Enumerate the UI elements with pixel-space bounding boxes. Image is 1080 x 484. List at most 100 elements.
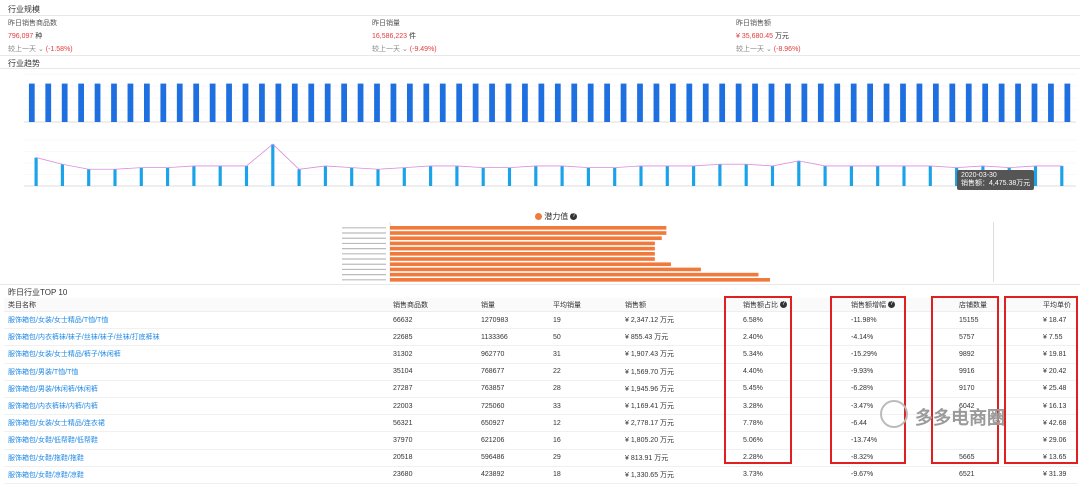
highlight-shops	[931, 296, 999, 464]
bar	[718, 164, 722, 186]
compare-dropdown[interactable]: 较上一天	[736, 46, 764, 53]
highlight-growth	[830, 296, 906, 464]
bar	[876, 165, 880, 186]
bar	[192, 165, 196, 186]
chart-tooltip: 2020-03-30 销售额：4,475.38万元	[957, 170, 1035, 190]
col-volume[interactable]: 销量	[477, 298, 549, 312]
table-cell: 12	[549, 414, 621, 433]
bar	[692, 165, 696, 186]
bar	[113, 169, 117, 186]
stat-pct: (-9.49%)	[409, 46, 437, 53]
bar	[455, 165, 459, 186]
category-link[interactable]: 服饰箱包/内衣裤袜/内裤/内裤	[4, 397, 389, 416]
help-icon[interactable]: ?	[570, 213, 578, 221]
bar	[702, 83, 709, 122]
col-category[interactable]: 类目名称	[4, 298, 389, 312]
compare-dropdown[interactable]: 较上一天	[372, 46, 400, 53]
compare-dropdown[interactable]: 较上一天	[8, 46, 36, 53]
bar	[604, 83, 610, 122]
bar	[390, 278, 770, 282]
legend-dot-icon	[535, 213, 542, 221]
potential-legend[interactable]: 潜力值 ?	[535, 211, 578, 222]
table-cell: 22003	[389, 397, 477, 416]
stat-sales-volume: 昨日销量 16,586,223 件 较上一天 ⌄ (-9.49%)	[372, 18, 437, 54]
bar	[560, 165, 564, 186]
category-link[interactable]: 服饰箱包/女鞋/凉鞋/凉鞋	[4, 466, 389, 484]
table-row: 服饰箱包/女鞋/凉鞋/凉鞋 23680 423892 18 ¥ 1,330.65 万元 3…	[4, 466, 1078, 484]
bar	[374, 83, 380, 122]
bar	[209, 83, 216, 122]
category-link[interactable]: 服饰箱包/女鞋/低帮鞋/低帮鞋	[4, 431, 389, 450]
bar	[1033, 165, 1038, 186]
stat-pct: (-8.96%)	[773, 46, 801, 53]
bar	[686, 83, 693, 122]
table-cell: 31302	[389, 345, 477, 364]
table-cell: 56321	[389, 414, 477, 433]
top10-table: 类目名称 销售商品数 销量 平均销量 销售额 销售额占比 ? 销售额增幅 ? 店…	[4, 298, 1078, 484]
table-cell: 763857	[477, 380, 549, 398]
chevron-down-icon[interactable]: ⌄	[38, 46, 44, 53]
category-link[interactable]: 服饰箱包/男装/T恤/T恤	[4, 363, 389, 381]
table-row: 服饰箱包/男装/T恤/T恤 35104 768677 22 ¥ 1,569.70 万元 4…	[4, 363, 1078, 381]
table-cell: -9.67%	[847, 466, 955, 484]
table-cell: 962770	[477, 345, 549, 364]
bar	[752, 83, 758, 122]
col-amount[interactable]: 销售额	[621, 298, 739, 312]
stat-pct: (-1.58%)	[45, 46, 73, 53]
wechat-icon	[880, 400, 908, 428]
bar	[998, 83, 1005, 122]
category-link[interactable]: 服饰箱包/女鞋/拖鞋/拖鞋	[4, 449, 389, 467]
bar	[390, 257, 655, 261]
category-link[interactable]: 服饰箱包/内衣裤袜/袜子/丝袜/袜子/丝袜/打底裤袜	[4, 328, 389, 347]
bar	[1031, 83, 1038, 122]
table-cell: 66632	[389, 311, 477, 330]
bar	[797, 160, 801, 186]
watermark: 多多电商圈	[915, 408, 1005, 428]
bar	[1060, 165, 1064, 186]
highlight-price	[1004, 296, 1078, 464]
table-cell: 31	[549, 345, 621, 364]
bar	[665, 165, 669, 186]
bar	[111, 83, 117, 122]
table-row: 服饰箱包/女鞋/拖鞋/拖鞋 20518 596486 29 ¥ 813.91 万元 2.2…	[4, 449, 1078, 467]
table-cell: 33	[549, 397, 621, 416]
bar	[456, 83, 463, 122]
series-line	[35, 143, 1062, 170]
table-cell: 22685	[389, 328, 477, 347]
table-cell: 22	[549, 363, 621, 381]
category-link[interactable]: 服饰箱包/女装/女士精品/裤子/休闲裤	[4, 345, 389, 364]
bar	[390, 226, 667, 230]
bar	[586, 167, 590, 186]
bar	[297, 169, 301, 186]
trend-bar-chart	[24, 73, 1076, 123]
bar	[1048, 83, 1054, 122]
col-avg-volume[interactable]: 平均销量	[549, 298, 621, 312]
table-cell: 650927	[477, 414, 549, 433]
category-link[interactable]: 服饰箱包/男装/休闲裤/休闲裤	[4, 380, 389, 398]
bar	[341, 83, 347, 122]
bar	[637, 83, 643, 122]
chevron-down-icon[interactable]: ⌄	[766, 46, 772, 53]
bar	[60, 164, 64, 186]
bar	[376, 169, 380, 186]
table-cell: 16	[549, 431, 621, 450]
bar	[291, 83, 298, 122]
table-cell: 29	[549, 449, 621, 467]
table-cell: ¥ 855.43 万元	[621, 328, 739, 347]
stat-label: 昨日销售额	[736, 20, 771, 27]
bar	[785, 83, 791, 122]
table-cell: ¥ 2,347.12 万元	[621, 311, 739, 330]
table-cell: ¥ 1,330.65 万元	[621, 466, 739, 484]
bar	[883, 83, 890, 122]
category-link[interactable]: 服饰箱包/女装/女士精品/T恤/T恤	[4, 311, 389, 330]
bar	[735, 83, 742, 122]
table-cell: 27287	[389, 380, 477, 398]
bar	[390, 246, 655, 251]
col-products[interactable]: 销售商品数	[389, 298, 477, 312]
bar	[1015, 83, 1021, 122]
chevron-down-icon[interactable]: ⌄	[402, 46, 408, 53]
category-link[interactable]: 服饰箱包/女装/女士精品/连衣裙	[4, 414, 389, 433]
bar	[242, 83, 249, 122]
bar	[390, 83, 397, 122]
bar	[390, 241, 655, 246]
